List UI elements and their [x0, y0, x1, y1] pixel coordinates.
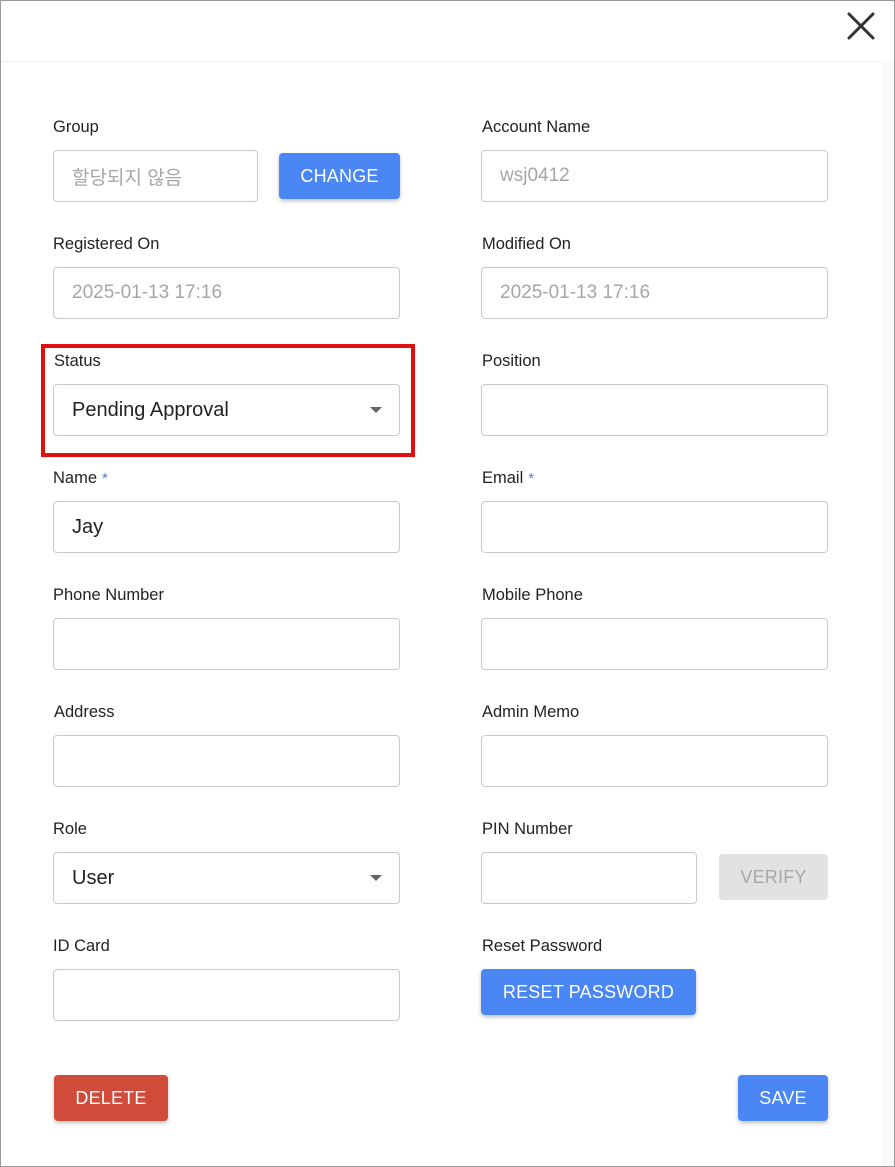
scrollbar[interactable] [882, 61, 894, 1166]
status-select[interactable]: Pending Approval [53, 384, 400, 436]
save-button[interactable]: SAVE [738, 1075, 828, 1121]
registered-on-field: 2025-01-13 17:16 [53, 267, 400, 319]
mobile-phone-input[interactable] [481, 618, 828, 670]
modified-on-field: 2025-01-13 17:16 [481, 267, 828, 319]
role-selected-value: User [72, 866, 115, 889]
user-edit-dialog: Group 할당되지 않음 CHANGE Account Name wsj041… [0, 0, 895, 1167]
id-card-label: ID Card [53, 937, 110, 955]
group-field: 할당되지 않음 [53, 150, 258, 202]
email-input[interactable] [481, 501, 828, 553]
change-group-button[interactable]: CHANGE [279, 153, 400, 199]
status-label: Status [54, 352, 101, 370]
pin-number-label: PIN Number [482, 820, 573, 838]
dialog-header [1, 1, 894, 62]
position-label: Position [482, 352, 541, 370]
delete-button[interactable]: DELETE [54, 1075, 168, 1121]
reset-password-button[interactable]: RESET PASSWORD [481, 969, 696, 1015]
id-card-input[interactable] [53, 969, 400, 1021]
admin-memo-label: Admin Memo [482, 703, 580, 721]
position-input[interactable] [481, 384, 828, 436]
phone-number-label: Phone Number [53, 586, 164, 604]
required-mark: * [102, 470, 108, 487]
address-input[interactable] [53, 735, 400, 787]
dropdown-caret-icon [370, 875, 382, 881]
account-name-label: Account Name [482, 118, 591, 136]
mobile-phone-label: Mobile Phone [482, 586, 583, 604]
name-input[interactable]: Jay [53, 501, 400, 553]
required-mark: * [528, 470, 535, 487]
account-name-field: wsj0412 [481, 150, 828, 202]
name-label: Name * [53, 469, 108, 488]
email-label-text: Email [482, 469, 524, 487]
role-select[interactable]: User [53, 852, 400, 904]
modified-on-label: Modified On [482, 235, 571, 253]
close-button[interactable] [844, 9, 878, 43]
reset-password-label: Reset Password [482, 937, 603, 955]
name-label-text: Name [53, 469, 98, 487]
phone-number-input[interactable] [53, 618, 400, 670]
address-label: Address [54, 703, 115, 721]
role-label: Role [53, 820, 87, 838]
email-label: Email * [482, 469, 534, 488]
pin-number-input[interactable] [481, 852, 697, 904]
registered-on-label: Registered On [53, 235, 160, 253]
verify-button[interactable]: VERIFY [719, 854, 828, 900]
close-icon [847, 12, 875, 40]
group-label: Group [53, 118, 99, 136]
status-selected-value: Pending Approval [72, 398, 229, 421]
dropdown-caret-icon [370, 407, 382, 413]
admin-memo-input[interactable] [481, 735, 828, 787]
